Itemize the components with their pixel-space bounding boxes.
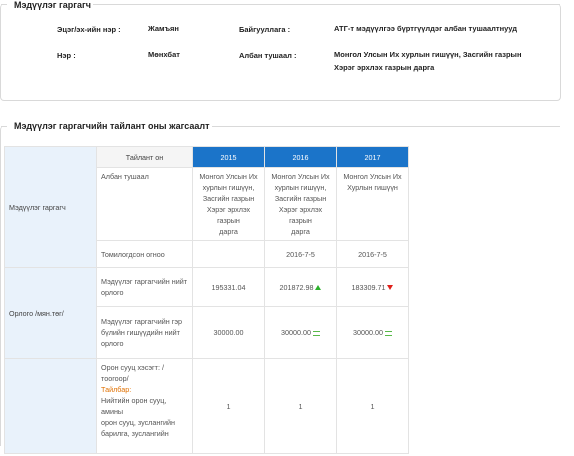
report-table: Мэдүүлэг гаргагч Тайлант он 2015 2016 20… (4, 146, 409, 454)
report-years-legend: Мэдүүлэг гаргагчийн тайлант оны жагсаалт (12, 121, 212, 131)
row-label-total-income: Мэдүүлэг гаргагчийн нийт орлого (96, 267, 193, 307)
cell-line: Хурлын гишүүн (347, 183, 398, 192)
name-value: Мөнхбат (148, 50, 180, 59)
note-label: Тайлбар: (101, 385, 132, 394)
family-income-value: 30000.00 (281, 328, 311, 337)
organization-label: Байгууллага : (239, 25, 291, 34)
cell-line: Монгол Улсын Их (343, 172, 402, 181)
cell-line: орлого (101, 288, 124, 297)
cell-line: дарга (219, 227, 238, 236)
position-label: Албан тушаал : (239, 51, 297, 60)
group-declarant: Мэдүүлэг гаргагч (4, 146, 97, 268)
cell-line: Мэдүүлэг гаргагчийн гэр (101, 317, 183, 326)
organization-value: АТГ-т мэдүүлгээ бүртгүүлдэг албан тушаал… (334, 24, 518, 33)
cell-line: хурлын гишүүн, (274, 183, 327, 192)
row-label-appointed: Томилогдсон огноо (96, 240, 193, 268)
total-income-2015: 195331.04 (192, 267, 265, 307)
group-income: Орлого /мян.төг/ (4, 267, 97, 359)
family-income-value: 30000.00 (213, 328, 244, 337)
appointed-2016: 2016-7-5 (264, 240, 337, 268)
cell-line: Монгол Улсын Их (199, 172, 258, 181)
table-row: Орлого /мян.төг/ Мэдүүлэг гаргагчийн ний… (4, 267, 409, 359)
cell-line: барилга, зуслангийн (101, 429, 169, 438)
position-value-line: Хэрэг эрхлэх газрын дарга (334, 63, 435, 72)
cell-line: Мэдүүлэг гаргагчийн нийт (101, 277, 188, 286)
cell-line: бүлийн гишүүдийн нийт (101, 328, 180, 337)
name-label: Нэр : (57, 51, 76, 60)
family-income-2017: 30000.00 (336, 306, 409, 359)
row-label-position: Албан тушаал (96, 167, 193, 241)
cell-line: Монгол Улсын Их (271, 172, 330, 181)
equal-icon (312, 330, 320, 336)
year-2015[interactable]: 2015 (192, 146, 265, 168)
family-income-2016: 30000.00 (264, 306, 337, 359)
family-income-2015: 30000.00 (192, 306, 265, 359)
cell-line: дарга (291, 227, 310, 236)
housing-2017: 1 (336, 358, 409, 454)
appointed-2015 (192, 240, 265, 268)
group-housing (4, 358, 97, 454)
total-income-2017: 183309.71 (336, 267, 409, 307)
cell-line: орон сууц, зуслангийн (101, 418, 175, 427)
family-name-value: Жамъян (148, 24, 179, 33)
housing-2015: 1 (192, 358, 265, 454)
total-income-value: 183309.71 (351, 282, 386, 292)
cell-line: Орон сууц хэсэгт: /тоогоор/ (101, 363, 164, 383)
cell-line: Засгийн газрын (274, 194, 327, 203)
row-label-housing: Орон сууц хэсэгт: /тоогоор/ Тайлбар: Ний… (96, 358, 193, 454)
cell-line: Нийтийн орон сууц, амины (101, 396, 167, 416)
cell-line: Засгийн газрын (202, 194, 255, 203)
position-2015: Монгол Улсын Их хурлын гишүүн, Засгийн г… (192, 167, 265, 241)
year-2017[interactable]: 2017 (336, 146, 409, 168)
cell-line: орлого (101, 339, 124, 348)
table-row: Орон сууц хэсэгт: /тоогоор/ Тайлбар: Ний… (4, 358, 409, 454)
report-year-header: Тайлант он (96, 146, 193, 168)
family-name-label: Эцэг/эх-ийн нэр : (57, 25, 121, 34)
position-2017: Монгол Улсын Их Хурлын гишүүн (336, 167, 409, 241)
cell-line: Хэрэг эрхлэх газрын (278, 205, 323, 225)
total-income-value: 201872.98 (279, 282, 314, 292)
cell-line: Хэрэг эрхлэх газрын (206, 205, 251, 225)
arrow-up-icon (315, 285, 322, 291)
declarant-legend: Мэдүүлэг гаргагч (12, 0, 93, 10)
housing-2016: 1 (264, 358, 337, 454)
position-2016: Монгол Улсын Их хурлын гишүүн, Засгийн г… (264, 167, 337, 241)
family-income-value: 30000.00 (353, 328, 383, 337)
position-value: Монгол Улсын Их хурлын гишүүн, Засгийн г… (334, 48, 522, 74)
row-label-family-income: Мэдүүлэг гаргагчийн гэр бүлийн гишүүдийн… (96, 306, 193, 359)
equal-icon (384, 330, 392, 336)
total-income-2016: 201872.98 (264, 267, 337, 307)
appointed-2017: 2016-7-5 (336, 240, 409, 268)
position-value-line: Монгол Улсын Их хурлын гишүүн, Засгийн г… (334, 50, 522, 59)
cell-line: хурлын гишүүн, (202, 183, 255, 192)
table-row: Мэдүүлэг гаргагч Тайлант он 2015 2016 20… (4, 146, 409, 268)
year-2016[interactable]: 2016 (264, 146, 337, 168)
arrow-down-icon (387, 285, 394, 291)
total-income-value: 195331.04 (211, 282, 246, 292)
